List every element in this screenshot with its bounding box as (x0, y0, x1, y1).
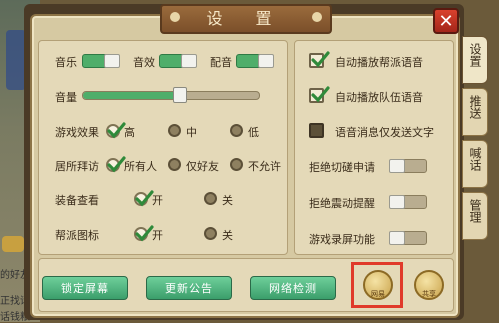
game-effect-high-label: 高 (124, 126, 135, 139)
checkmark-icon (311, 86, 330, 103)
equipment-view-off-label: 关 (222, 194, 233, 207)
guild-icon-on-radio[interactable] (134, 225, 154, 242)
share-icon[interactable]: 共享 (414, 270, 444, 300)
auto-team-voice-label: 自动播放队伍语音 (335, 91, 423, 104)
background-character (6, 30, 26, 90)
game-effect-medium-label: 中 (186, 126, 197, 139)
residence-visit-deny-label: 不允许 (248, 160, 281, 173)
voice-toggle[interactable] (236, 54, 274, 68)
toggle-knob (389, 159, 405, 173)
guild-icon-off-radio[interactable] (204, 227, 217, 240)
tab-shout[interactable]: 喊话 (462, 140, 488, 188)
voice-text-only-label: 语音消息仅发送文字 (335, 126, 434, 139)
music-toggle[interactable] (82, 54, 120, 68)
highlight-box (351, 262, 403, 308)
residence-visit-friends-label: 仅好友 (186, 160, 219, 173)
general-settings-group (38, 40, 288, 255)
lock-screen-button[interactable]: 锁定屏幕 (42, 276, 128, 300)
voice-text-only-checkbox[interactable] (309, 123, 324, 138)
checkmark-icon (135, 225, 154, 242)
guild-icon-off-label: 关 (222, 229, 233, 242)
tab-manage[interactable]: 管理 (462, 192, 488, 240)
window-title-text: 设 置 (206, 9, 286, 28)
residence-visit-friends-radio[interactable] (168, 158, 181, 171)
title-ornament-icon (170, 12, 180, 22)
checkmark-icon (311, 51, 330, 68)
game-effect-low-label: 低 (248, 126, 259, 139)
toggle-knob (181, 54, 197, 68)
title-ornament-icon (312, 12, 322, 22)
toggle-knob (258, 54, 274, 68)
auto-guild-voice-label: 自动播放帮派语音 (335, 56, 423, 69)
tab-push[interactable]: 推送 (462, 88, 488, 136)
game-effect-label: 游戏效果 (55, 126, 99, 139)
volume-label: 音量 (55, 91, 77, 104)
toggle-knob (389, 195, 405, 209)
close-button[interactable]: ✕ (433, 8, 459, 34)
refuse-spar-toggle[interactable] (389, 159, 427, 173)
toggle-knob (389, 231, 405, 245)
refuse-spar-label: 拒绝切磋申请 (309, 161, 375, 174)
auto-team-voice-checkbox[interactable] (309, 86, 330, 103)
share-caption: 共享 (422, 290, 436, 298)
window-title: 设 置 (160, 4, 332, 34)
equipment-view-label: 装备查看 (55, 194, 99, 207)
refuse-vibrate-label: 拒绝震动提醒 (309, 197, 375, 210)
screen-record-label: 游戏录屏功能 (309, 233, 375, 246)
equipment-view-off-radio[interactable] (204, 192, 217, 205)
sfx-label: 音效 (133, 56, 155, 69)
checkmark-icon (107, 122, 126, 139)
volume-slider[interactable] (82, 87, 260, 103)
tab-label: 喊话 (468, 147, 482, 171)
sfx-toggle[interactable] (159, 54, 197, 68)
voice-label: 配音 (210, 56, 232, 69)
game-effect-low-radio[interactable] (230, 124, 243, 137)
auto-guild-voice-checkbox[interactable] (309, 51, 330, 68)
network-check-button[interactable]: 网络检测 (250, 276, 336, 300)
tab-settings[interactable]: 设置 (462, 36, 488, 84)
volume-slider-fill (83, 92, 180, 99)
residence-visit-everyone-radio[interactable] (106, 156, 126, 173)
checkmark-icon (107, 156, 126, 173)
equipment-view-on-radio[interactable] (134, 190, 154, 207)
checkmark-icon (135, 190, 154, 207)
music-label: 音乐 (55, 56, 77, 69)
volume-slider-handle[interactable] (172, 87, 187, 103)
tab-label: 推送 (468, 95, 482, 119)
screen-record-toggle[interactable] (389, 231, 427, 245)
game-effect-medium-radio[interactable] (168, 124, 181, 137)
equipment-view-on-label: 开 (152, 194, 163, 207)
social-settings-group (294, 40, 454, 255)
tab-label: 设置 (468, 43, 482, 67)
guild-icon-on-label: 开 (152, 229, 163, 242)
toggle-knob (104, 54, 120, 68)
residence-visit-everyone-label: 所有人 (124, 160, 157, 173)
game-effect-high-radio[interactable] (106, 122, 126, 139)
refuse-vibrate-toggle[interactable] (389, 195, 427, 209)
update-notice-button[interactable]: 更新公告 (146, 276, 232, 300)
chat-bubble-icon (2, 236, 24, 252)
residence-visit-label: 居所拜访 (55, 160, 99, 173)
tab-label: 管理 (468, 199, 482, 223)
guild-icon-label: 帮派图标 (55, 229, 99, 242)
residence-visit-deny-radio[interactable] (230, 158, 243, 171)
